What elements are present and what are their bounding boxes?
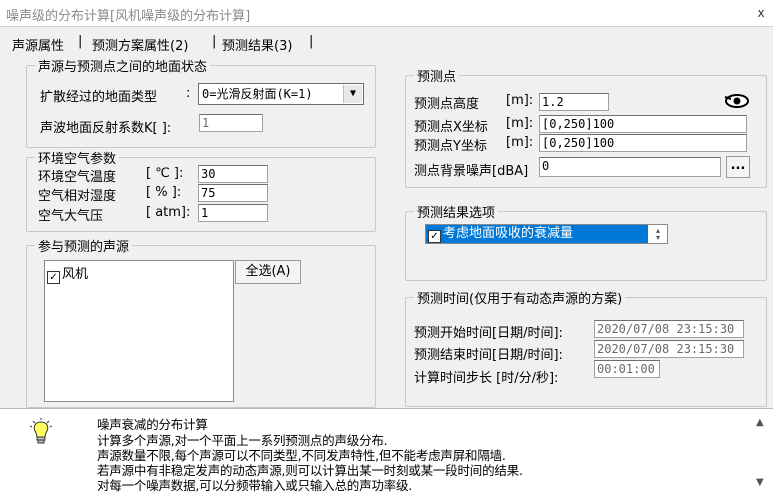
- pressure-label: 空气大气压: [38, 209, 104, 224]
- temperature-label: 环境空气温度: [38, 170, 117, 185]
- height-label: 预测点高度: [414, 97, 480, 112]
- y-coord-input[interactable]: [0,250]100: [539, 134, 747, 152]
- background-noise-label: 测点背景噪声[dBA]: [414, 164, 529, 179]
- temperature-unit: [ ℃ ]:: [146, 166, 184, 181]
- prediction-point-legend: 预测点: [417, 70, 457, 85]
- y-coord-label: 预测点Y坐标: [414, 139, 487, 154]
- time-step-input[interactable]: 00:01:00: [594, 360, 660, 378]
- background-noise-input[interactable]: 0: [539, 157, 721, 177]
- x-coord-unit: [m]:: [506, 116, 534, 131]
- ground-coef-input[interactable]: 1: [199, 114, 263, 132]
- eye-icon[interactable]: [722, 92, 752, 110]
- humidity-unit: [ % ]:: [146, 185, 182, 200]
- tab-bar: 声源属性 | 预测方案属性(2) | 预测结果(3) |: [0, 27, 773, 59]
- ground-coef-label: 声波地面反射系数K[ ]:: [40, 121, 172, 136]
- ground-type-value: 0=光滑反射面(K=1): [202, 87, 313, 101]
- ground-type-select[interactable]: 0=光滑反射面(K=1) ▼: [198, 83, 364, 105]
- x-coord-label: 预测点X坐标: [414, 120, 488, 135]
- scroll-down-icon[interactable]: ▼: [756, 477, 764, 488]
- end-time-label: 预测结束时间[日期/时间]:: [414, 348, 563, 363]
- tab-separator: |: [309, 34, 314, 49]
- result-options-list[interactable]: ✓ 考虑地面吸收的衰减量 ▴ ▾: [425, 224, 668, 244]
- temperature-input[interactable]: 30: [198, 165, 268, 183]
- humidity-input[interactable]: 75: [198, 184, 268, 202]
- source-list[interactable]: ✓ 风机: [44, 260, 234, 402]
- start-time-input[interactable]: 2020/07/08 23:15:30: [594, 320, 744, 338]
- title-bar: 噪声级的分布计算[风机噪声级的分布计算] x: [0, 0, 773, 27]
- source-item-label: 风机: [62, 267, 89, 282]
- y-coord-unit: [m]:: [506, 135, 534, 150]
- height-unit: [m]:: [506, 93, 534, 108]
- humidity-label: 空气相对湿度: [38, 189, 117, 204]
- list-item[interactable]: ✓ 考虑地面吸收的衰减量: [426, 225, 648, 243]
- pressure-unit: [ atm]:: [146, 205, 191, 220]
- tab-source-properties[interactable]: 声源属性: [12, 35, 64, 54]
- checkbox-checked-icon[interactable]: ✓: [428, 230, 441, 243]
- ground-type-label: 扩散经过的地面类型: [40, 90, 158, 105]
- close-button[interactable]: x: [749, 3, 773, 23]
- info-scrollbar[interactable]: ▲ ▼: [752, 409, 772, 498]
- sources-legend: 参与预测的声源: [38, 240, 130, 255]
- result-options-legend: 预测结果选项: [417, 206, 496, 221]
- prediction-time-legend: 预测时间(仅用于有动态声源的方案): [417, 292, 623, 307]
- ground-legend: 声源与预测点之间的地面状态: [38, 60, 208, 75]
- chevron-down-icon[interactable]: ▼: [343, 85, 362, 103]
- select-all-button[interactable]: 全选(A): [235, 260, 301, 284]
- tab-separator: |: [78, 34, 83, 49]
- time-step-label: 计算时间步长 [时/分/秒]:: [414, 371, 559, 386]
- lightbulb-icon: [29, 418, 53, 446]
- window-title: 噪声级的分布计算[风机噪声级的分布计算]: [6, 9, 251, 24]
- tab-prediction-results[interactable]: 预测结果(3): [222, 35, 292, 54]
- start-time-label: 预测开始时间[日期/时间]:: [414, 326, 563, 341]
- info-line: 对每一个噪声数据,可以分频带输入或只输入总的声功率级.: [97, 478, 413, 493]
- ground-type-colon: :: [186, 86, 191, 101]
- checkbox-checked-icon[interactable]: ✓: [47, 271, 60, 284]
- option-item-label: 考虑地面吸收的衰减量: [443, 226, 574, 241]
- tab-scheme-properties[interactable]: 预测方案属性(2): [92, 35, 188, 54]
- updown-icon[interactable]: ▴ ▾: [651, 227, 665, 242]
- list-item[interactable]: ✓ 风机: [47, 263, 88, 284]
- end-time-input[interactable]: 2020/07/08 23:15:30: [594, 340, 744, 358]
- browse-button[interactable]: ...: [726, 156, 750, 178]
- pressure-input[interactable]: 1: [198, 204, 268, 222]
- x-coord-input[interactable]: [0,250]100: [539, 115, 747, 133]
- tab-separator: |: [212, 34, 217, 49]
- height-input[interactable]: 1.2: [539, 93, 609, 111]
- scroll-up-icon[interactable]: ▲: [756, 417, 764, 428]
- environment-legend: 环境空气参数: [38, 152, 117, 167]
